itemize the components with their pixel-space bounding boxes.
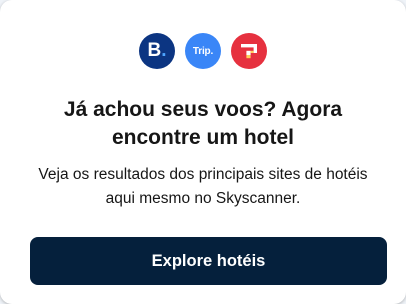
booking-logo-dot: . xyxy=(161,40,167,61)
promo-description: Veja os resultados dos principais sites … xyxy=(38,166,368,207)
trip-logo-dot: . xyxy=(210,45,214,57)
hotel-promo-card: B. Trip. Já achou seus voos? Agora encon… xyxy=(0,0,406,304)
booking-logo-icon: B. xyxy=(139,33,175,69)
hotel-site-logo-glyph xyxy=(241,44,257,59)
hotel-site-logo-icon xyxy=(231,33,267,69)
booking-logo-letter: B xyxy=(147,40,162,61)
trip-logo-icon: Trip. xyxy=(185,33,221,69)
explore-hotels-button[interactable]: Explore hotéis xyxy=(30,237,387,285)
partner-logos: B. Trip. xyxy=(0,33,406,69)
promo-headline: Já achou seus voos? Agora encontre um ho… xyxy=(63,98,343,149)
trip-logo-text: Trip xyxy=(192,45,211,57)
